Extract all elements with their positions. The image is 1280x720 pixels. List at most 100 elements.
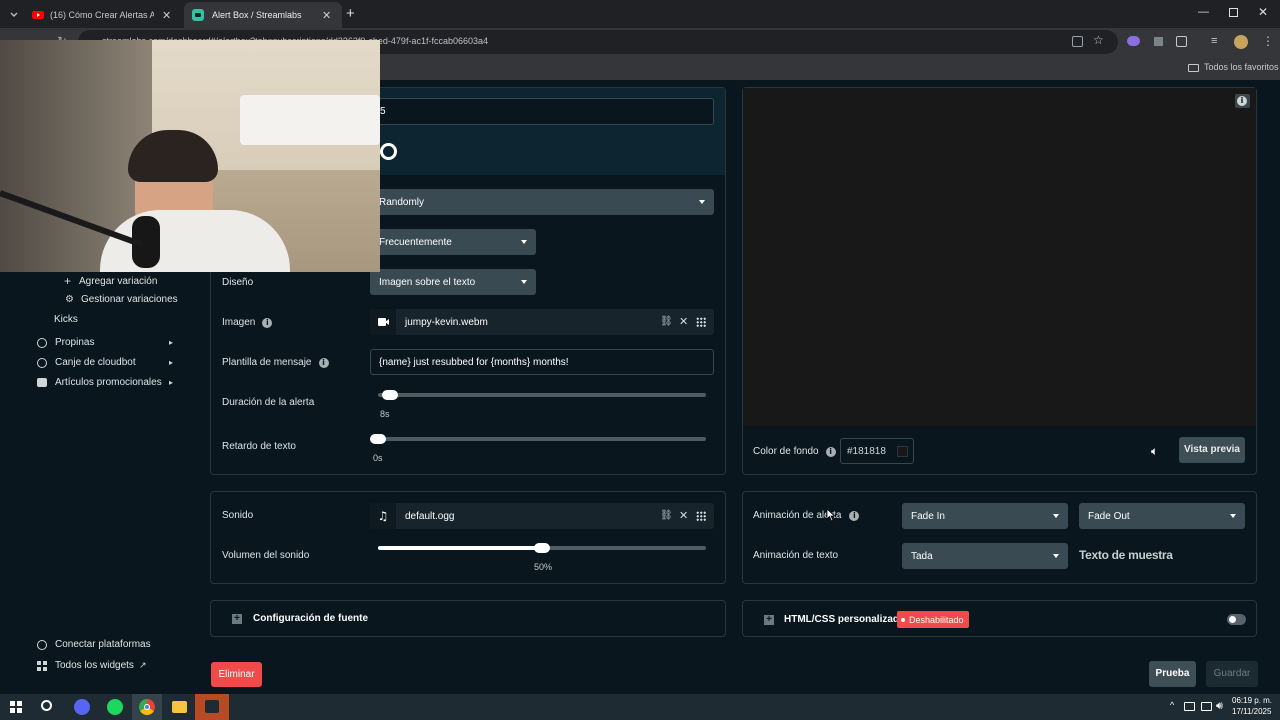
tray-chevron-icon[interactable]: ^ (1170, 700, 1174, 710)
text-delay-slider-handle[interactable] (370, 434, 386, 444)
close-tab-icon[interactable]: ✕ (162, 9, 171, 22)
test-button-label: Prueba (1155, 668, 1190, 679)
network-icon[interactable] (1201, 702, 1212, 711)
link-icon[interactable]: ⛓ (660, 510, 673, 521)
sidebar-item-manage-variations[interactable]: ⚙ Gestionar variaciones (65, 294, 178, 305)
translate-icon[interactable] (1072, 36, 1083, 47)
bg-color-label-row: Color de fondo i (753, 446, 836, 457)
preview-canvas (743, 88, 1256, 426)
custom-html-label[interactable]: HTML/CSS personalizado (784, 614, 905, 625)
speaker-icon[interactable]: 🔈︎ (1151, 444, 1158, 459)
tab-streamlabs[interactable]: Alert Box / Streamlabs ✕ (184, 2, 342, 28)
bg-color-label: Color de fondo (753, 446, 819, 457)
close-tab-icon[interactable]: ✕ (322, 9, 331, 22)
tab-youtube[interactable]: (16) Cómo Crear Alertas Animad ✕ (26, 2, 182, 28)
select-value: Imagen sobre el texto (379, 276, 476, 288)
grid-icon[interactable] (696, 511, 706, 521)
duration-slider-track[interactable] (378, 393, 706, 397)
clock-date[interactable]: 17/11/2025 (1232, 707, 1271, 716)
font-config-label[interactable]: Configuración de fuente (253, 613, 368, 624)
variation-order-select[interactable]: Randomly (370, 189, 714, 215)
save-button[interactable]: Guardar (1206, 661, 1258, 687)
tab-title: (16) Cómo Crear Alertas Animad (50, 10, 154, 20)
tray-icon[interactable] (1184, 702, 1195, 711)
close-window-button[interactable]: ✕ (1258, 5, 1268, 19)
sidebar-item-connect-platforms[interactable]: Conectar plataformas (37, 639, 151, 650)
sidebar-item-all-widgets[interactable]: Todos los widgets ↗ (37, 660, 146, 671)
extension-icon[interactable] (1127, 36, 1140, 46)
color-swatch[interactable] (897, 446, 908, 457)
profile-avatar[interactable] (1234, 35, 1248, 49)
text-anim-select[interactable]: Tada (902, 543, 1068, 569)
minimize-button[interactable]: — (1198, 6, 1209, 18)
chevron-right-icon: ▸ (168, 358, 173, 367)
discord-icon[interactable] (74, 699, 90, 715)
spotify-icon[interactable] (107, 699, 123, 715)
fade-out-select[interactable]: Fade Out (1079, 503, 1245, 529)
expand-plus-icon[interactable]: + (764, 615, 774, 625)
media-control-icon[interactable]: ≡ (1211, 35, 1217, 47)
bookmark-star-icon[interactable]: ☆ (1093, 33, 1104, 47)
sample-text: Texto de muestra (1079, 548, 1173, 562)
external-link-icon: ↗ (138, 660, 147, 670)
sidebar-item-articulos[interactable]: Artículos promocionales ▸ (37, 377, 173, 388)
streamlabs-icon (192, 9, 204, 21)
info-icon[interactable]: i (825, 446, 836, 457)
volume-icon[interactable]: 🔊︎ (1216, 699, 1223, 713)
test-button[interactable]: Prueba (1149, 661, 1196, 687)
plus-icon: + (64, 274, 72, 288)
close-icon[interactable]: ✕ (679, 509, 688, 522)
volume-slider-handle[interactable] (534, 543, 550, 553)
sidebar-item-label: Propinas (55, 337, 95, 348)
sidebar-item-propinas[interactable]: Propinas ▸ (37, 337, 173, 348)
clock-time[interactable]: 06:19 p. m. (1232, 696, 1272, 705)
delete-button[interactable]: Eliminar (211, 662, 262, 687)
sidebar-item-label: Artículos promocionales (55, 377, 162, 388)
tab-search-button[interactable] (6, 6, 22, 22)
grid-icon[interactable] (696, 317, 706, 327)
fade-in-select[interactable]: Fade In (902, 503, 1068, 529)
windows-start-icon[interactable] (10, 701, 22, 713)
caret-down-icon (1053, 554, 1059, 558)
text-anim-label: Animación de texto (753, 550, 839, 561)
search-icon[interactable] (41, 700, 52, 711)
message-template-value[interactable]: {name} just resubbed for {months} months… (379, 357, 569, 368)
frequency-select[interactable]: Frecuentemente (370, 229, 536, 255)
info-icon[interactable]: i (318, 357, 329, 368)
duration-slider-handle[interactable] (382, 390, 399, 400)
new-tab-button[interactable]: + (346, 5, 355, 22)
toggle-ring-icon[interactable] (380, 143, 397, 160)
restore-button[interactable] (1229, 8, 1238, 17)
file-explorer-icon[interactable] (172, 701, 187, 713)
bg-color-input[interactable]: #181818 (840, 438, 914, 464)
preview-info-icon[interactable]: i (1235, 94, 1250, 108)
more-menu-icon[interactable]: ⋮ (1262, 34, 1274, 48)
volume-label: Volumen del sonido (222, 550, 310, 561)
sidebar-item-kicks[interactable]: Kicks (54, 314, 78, 325)
caret-down-icon (699, 200, 705, 204)
sidebar-item-canje[interactable]: Canje de cloudbot ▸ (37, 357, 173, 368)
info-icon[interactable]: i (262, 317, 273, 328)
message-template-input[interactable]: {name} just resubbed for {months} months… (370, 349, 714, 375)
text-delay-slider-track[interactable] (370, 437, 706, 441)
top-input-field[interactable]: 5 (370, 98, 714, 125)
extensions-puzzle-icon[interactable] (1176, 36, 1187, 47)
close-icon[interactable]: ✕ (679, 315, 688, 328)
info-icon[interactable]: i (849, 510, 860, 521)
app-icon[interactable] (195, 694, 229, 720)
chrome-icon[interactable] (132, 694, 162, 720)
sidebar-item-add-variation[interactable]: + Agregar variación (64, 274, 157, 288)
top-input-value[interactable]: 5 (380, 106, 386, 117)
sound-file-field[interactable]: ♫ default.ogg ⛓ ✕ (370, 503, 714, 529)
expand-plus-icon[interactable]: + (232, 614, 242, 624)
image-file-field[interactable]: jumpy-kevin.webm ⛓ ✕ (370, 309, 714, 335)
folder-icon (1188, 64, 1199, 72)
design-select[interactable]: Imagen sobre el texto (370, 269, 536, 295)
link-icon[interactable]: ⛓ (660, 316, 673, 327)
preview-button[interactable]: Vista previa (1179, 437, 1245, 463)
bg-color-value[interactable]: #181818 (847, 446, 886, 457)
all-bookmarks-link[interactable]: Todos los favoritos (1204, 62, 1279, 72)
image-label-row: Imagen i (222, 317, 273, 328)
custom-html-toggle[interactable] (1227, 614, 1246, 625)
extension-icon[interactable] (1154, 37, 1163, 46)
